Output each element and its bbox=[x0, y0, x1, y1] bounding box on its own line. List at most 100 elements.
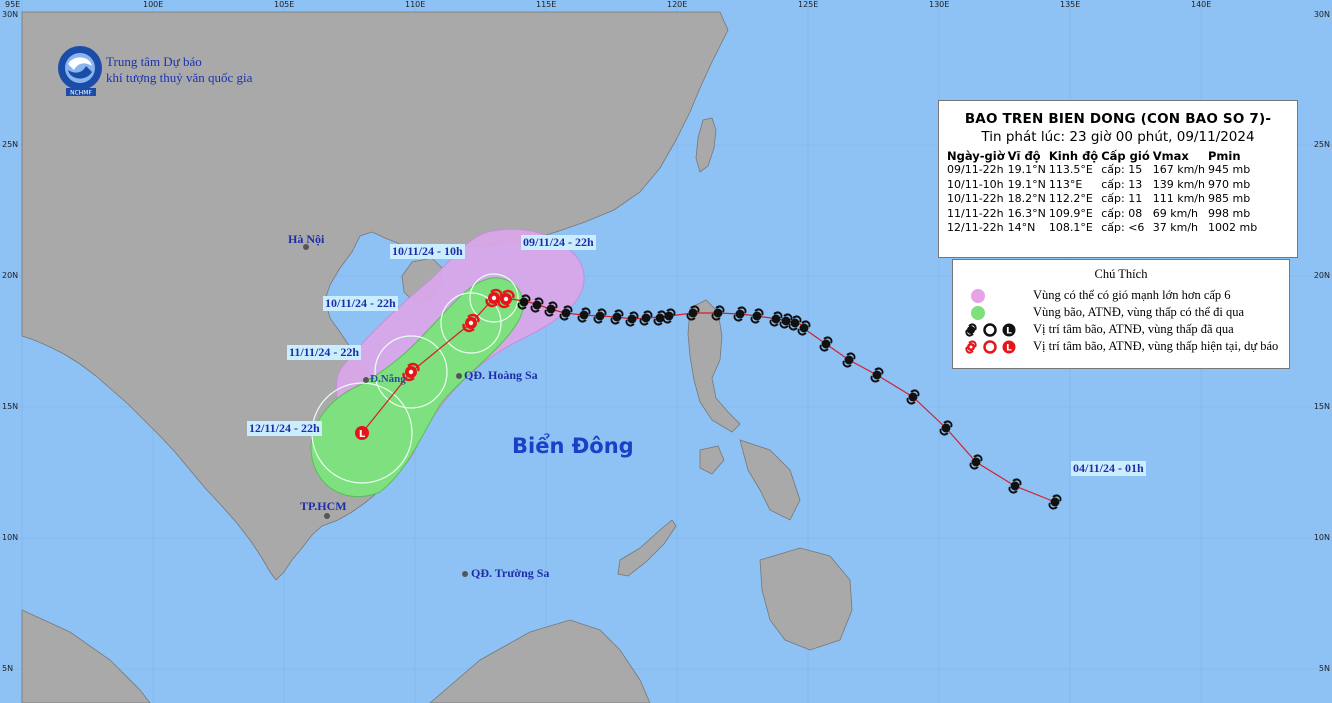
truongsa-dot bbox=[462, 571, 468, 577]
time-label: 11/11/24 - 22h bbox=[287, 345, 362, 360]
cell: cấp: 11 bbox=[1101, 192, 1143, 205]
lon-label: 110E bbox=[405, 0, 426, 9]
legend-item: Vùng bão, ATNĐ, vùng thấp có thể đi qua bbox=[963, 305, 1283, 321]
forecast-symbols-icon: L bbox=[965, 340, 1016, 354]
time-label: 10/11/24 - 10h bbox=[390, 244, 465, 259]
lat-label: 30N bbox=[2, 10, 19, 19]
cell: 945 mb bbox=[1208, 163, 1251, 176]
col-header: Cấp gió bbox=[1101, 149, 1150, 163]
col-header: Pmin bbox=[1208, 149, 1241, 163]
lat-label: 5N bbox=[2, 664, 14, 673]
lat-label-right: 30N bbox=[1313, 10, 1330, 19]
lat-label-right: 10N bbox=[1313, 533, 1330, 542]
col-header: Vĩ độ bbox=[1007, 149, 1041, 163]
col-header: Ngày-giờ bbox=[947, 149, 1005, 163]
advisory-header-row: Ngày-giờ Vĩ độ Kinh độ Cấp gió Vmax Pmin bbox=[947, 149, 1260, 163]
cell: cấp: 15 bbox=[1101, 163, 1143, 176]
advisory-title: BAO TREN BIEN DONG (CON BAO SO 7)- bbox=[964, 111, 1272, 127]
cell: 108.1°E bbox=[1048, 221, 1093, 234]
legend-item: L Vị trí tâm bão, ATNĐ, vùng thấp hiện t… bbox=[963, 339, 1283, 355]
past-symbols-icon: L bbox=[965, 323, 1016, 337]
hoangsa-dot bbox=[456, 373, 462, 379]
logo-text: NCHMF bbox=[70, 90, 92, 97]
cell: 985 mb bbox=[1208, 192, 1251, 205]
svg-text:L: L bbox=[1006, 327, 1012, 337]
cell: 09/11-22h bbox=[947, 163, 1004, 176]
lat-label-right: 25N bbox=[1313, 140, 1330, 149]
city-label-hcm: TP.HCM bbox=[300, 499, 347, 513]
legend-item-label: Vị trí tâm bão, ATNĐ, vùng thấp hiện tại… bbox=[1033, 339, 1279, 353]
table-row: 10/11-10h 19.1°N 113°E cấp: 13 139 km/h 970 m… bbox=[947, 178, 1260, 193]
legend-item-label: Vùng có thể có gió mạnh lớn hơn cấp 6 bbox=[1033, 288, 1231, 302]
legend-title: Chú Thích bbox=[1094, 267, 1148, 281]
cell: cấp: <6 bbox=[1101, 221, 1145, 234]
low-marker-label: L bbox=[359, 429, 366, 440]
legend-box: Chú Thích Vùng có thể có gió mạnh lớn hơ… bbox=[952, 259, 1290, 369]
cell: 12/11-22h bbox=[947, 221, 1004, 234]
cell: 167 km/h bbox=[1152, 163, 1205, 176]
time-label: 12/11/24 - 22h bbox=[247, 421, 322, 436]
cell: 1002 mb bbox=[1208, 221, 1258, 234]
cell: 113.5°E bbox=[1048, 163, 1093, 176]
cell: 14°N bbox=[1007, 221, 1036, 234]
city-label-danang: Đ.Nẵng bbox=[370, 373, 406, 385]
lon-label: 130E bbox=[929, 0, 950, 9]
time-label: 04/11/24 - 01h bbox=[1071, 461, 1146, 476]
cell: 970 mb bbox=[1208, 177, 1251, 191]
table-row: 09/11-22h 19.1°N 113.5°E cấp: 15 167 km/h 945… bbox=[947, 163, 1260, 178]
cell: 998 mb bbox=[1208, 206, 1251, 220]
advisory-box: BAO TREN BIEN DONG (CON BAO SO 7)- Tin p… bbox=[938, 100, 1298, 258]
col-header: Vmax bbox=[1152, 149, 1189, 163]
wind-zone-swatch-icon bbox=[971, 289, 985, 303]
legend-item: L Vị trí tâm bão, ATNĐ, vùng thấp đã qua bbox=[963, 322, 1283, 338]
forecast-low-point: L bbox=[355, 426, 369, 440]
lat-label: 15N bbox=[2, 402, 19, 411]
lon-label: 115E bbox=[536, 0, 557, 9]
lon-label: 125E bbox=[798, 0, 819, 9]
cell: 18.2°N bbox=[1007, 192, 1046, 205]
cell: 111 km/h bbox=[1152, 192, 1205, 205]
cell: cấp: 08 bbox=[1101, 206, 1143, 220]
advisory-table: Ngày-giờ Vĩ độ Kinh độ Cấp gió Vmax Pmin… bbox=[947, 149, 1260, 236]
cell: 109.9°E bbox=[1048, 206, 1093, 220]
legend-item: Vùng có thể có gió mạnh lớn hơn cấp 6 bbox=[963, 288, 1283, 304]
cell: 37 km/h bbox=[1152, 221, 1198, 234]
lon-label: 120E bbox=[667, 0, 688, 9]
time-label: 09/11/24 - 22h bbox=[521, 235, 596, 250]
sea-label: Biển Đông bbox=[512, 434, 634, 458]
cell: 19.1°N bbox=[1007, 163, 1046, 176]
agency-line1: Trung tâm Dự báo bbox=[106, 54, 202, 69]
lon-label: 105E bbox=[274, 0, 295, 9]
lat-label-right: 15N bbox=[1313, 402, 1330, 411]
storm-zone-swatch-icon bbox=[971, 306, 985, 320]
legend-item-label: Vị trí tâm bão, ATNĐ, vùng thấp đã qua bbox=[1033, 322, 1234, 336]
cell: 10/11-10h bbox=[947, 177, 1004, 191]
svg-text:L: L bbox=[1006, 344, 1012, 354]
cell: 16.3°N bbox=[1007, 206, 1046, 220]
city-label-hanoi: Hà Nội bbox=[288, 232, 325, 246]
island-label-truongsa: QĐ. Trường Sa bbox=[471, 566, 550, 580]
lat-label: 10N bbox=[2, 533, 19, 542]
col-header: Kinh độ bbox=[1048, 149, 1099, 163]
lat-label-right: 20N bbox=[1313, 271, 1330, 280]
lat-label-right: 5N bbox=[1318, 664, 1330, 673]
table-row: 11/11-22h 16.3°N 109.9°E cấp: 08 69 km/h 998 … bbox=[947, 207, 1260, 222]
lat-label: 20N bbox=[2, 271, 19, 280]
lat-label: 25N bbox=[2, 140, 19, 149]
lon-label: 135E bbox=[1060, 0, 1081, 9]
island-label-hoangsa: QĐ. Hoàng Sa bbox=[464, 368, 538, 382]
cell: 19.1°N bbox=[1007, 177, 1046, 191]
cell: 11/11-22h bbox=[947, 206, 1004, 220]
cell: 69 km/h bbox=[1152, 206, 1198, 220]
legend-item-label: Vùng bão, ATNĐ, vùng thấp có thể đi qua bbox=[1033, 305, 1245, 319]
cell: 112.2°E bbox=[1048, 192, 1093, 205]
table-row: 10/11-22h 18.2°N 112.2°E cấp: 11 111 km/h 985… bbox=[947, 192, 1260, 207]
agency-line2: khí tượng thuỷ văn quốc gia bbox=[106, 70, 253, 85]
time-label: 10/11/24 - 22h bbox=[323, 296, 398, 311]
agency-name: Trung tâm Dự báo khí tượng thuỷ văn quốc… bbox=[106, 54, 252, 86]
lon-label: 140E bbox=[1191, 0, 1212, 9]
cell: 139 km/h bbox=[1152, 177, 1205, 191]
cell: 10/11-22h bbox=[947, 192, 1004, 205]
lon-label: 95E bbox=[5, 0, 21, 9]
table-row: 12/11-22h 14°N 108.1°E cấp: <6 37 km/h 1002 m… bbox=[947, 221, 1260, 236]
